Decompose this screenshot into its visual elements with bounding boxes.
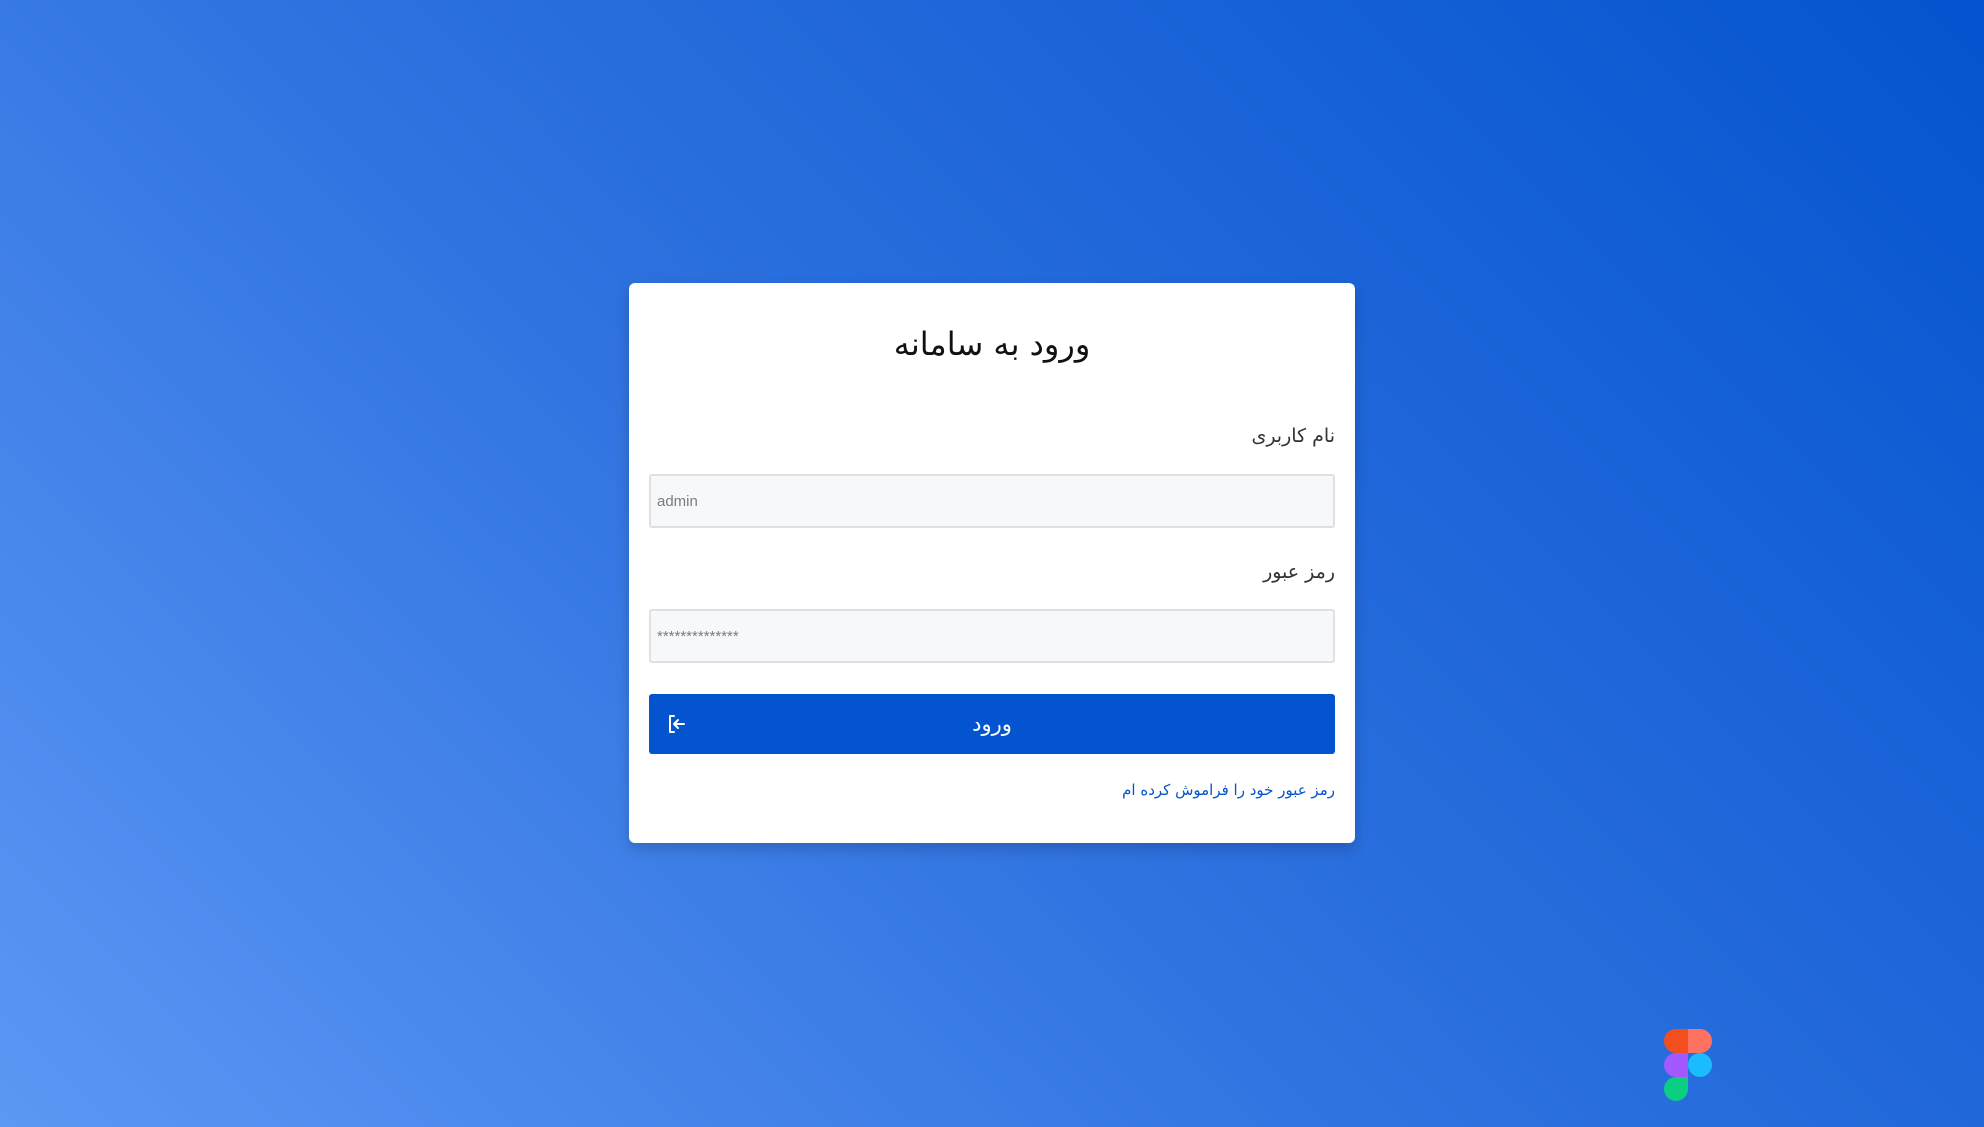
forgot-password-link[interactable]: رمز عبور خود را فراموش کرده ام [1122,781,1335,799]
username-input[interactable] [649,474,1335,528]
login-button-label: ورود [972,712,1012,736]
login-card: ورود به سامانه نام کاربری رمز عبور ورود … [629,283,1355,843]
figma-logo-middle-right [1688,1053,1712,1077]
page-title: ورود به سامانه [893,325,1091,363]
password-label: رمز عبور [1263,561,1335,583]
figma-logo-middle-left [1664,1053,1688,1077]
login-arrow-icon [669,715,685,733]
figma-logo-top-left [1664,1029,1688,1053]
login-button[interactable]: ورود [649,694,1335,754]
username-label: نام کاربری [1251,425,1335,447]
figma-logo-top-right [1688,1029,1712,1053]
figma-logo-bottom [1664,1077,1688,1101]
figma-logo-icon [1664,1029,1712,1101]
password-input[interactable] [649,609,1335,663]
